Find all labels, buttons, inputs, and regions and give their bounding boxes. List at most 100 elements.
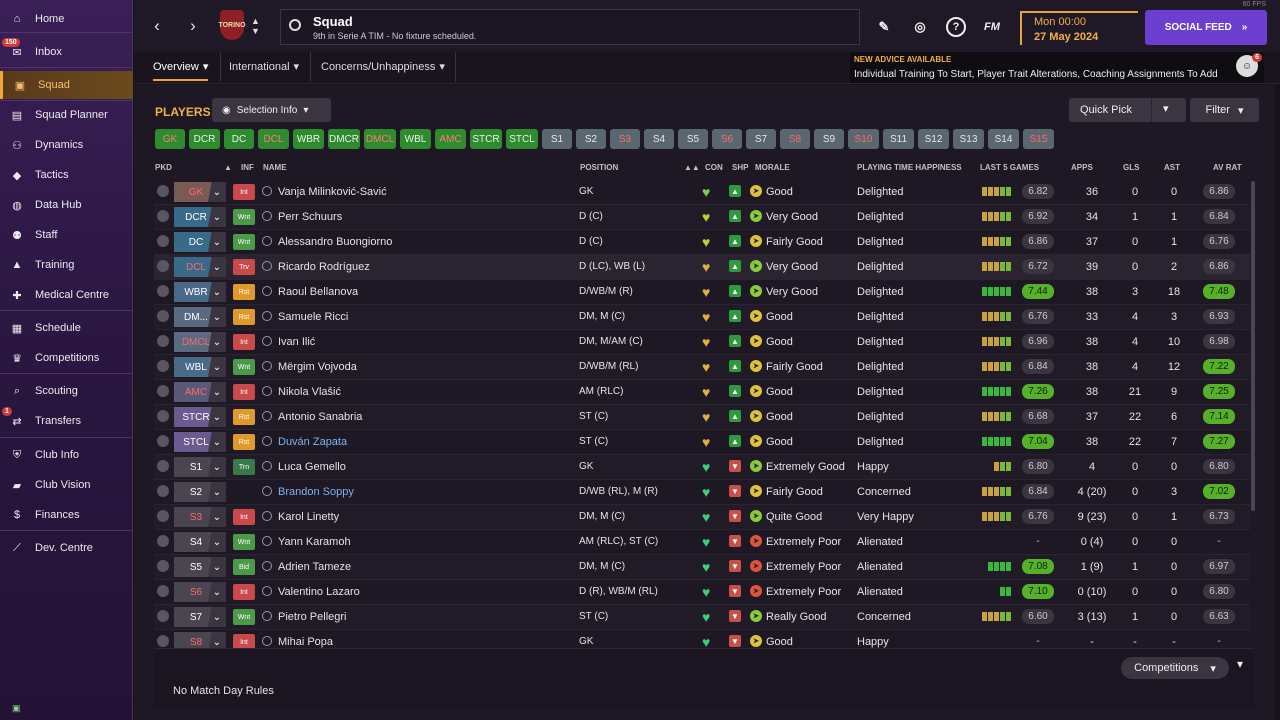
sidebar-item-tactics[interactable]: ◆ Tactics (0, 161, 133, 189)
tab-overview[interactable]: Overview ▾ (153, 60, 209, 81)
player-name[interactable]: Samuele Ricci (278, 311, 348, 323)
fm-menu-button[interactable]: FM (982, 17, 1002, 37)
social-feed-button[interactable]: SOCIAL FEED » (1145, 10, 1267, 45)
pkd-checkbox[interactable] (157, 310, 169, 322)
pkd-checkbox[interactable] (157, 435, 169, 447)
sidebar-item-dev-centre[interactable]: ⟋ Dev. Centre (0, 534, 133, 562)
player-name[interactable]: Ivan Ilić (278, 336, 315, 348)
position-chip-s9[interactable]: S9 (814, 129, 844, 149)
back-arrow-icon[interactable]: ‹ (146, 14, 168, 38)
sidebar-item-medical-centre[interactable]: ✚ Medical Centre (0, 281, 133, 309)
expand-chevron-icon[interactable]: ▾ (1237, 657, 1243, 671)
sidebar-item-dynamics[interactable]: ⚇ Dynamics (0, 131, 133, 159)
position-chip-wbl[interactable]: WBL (400, 129, 431, 149)
pkd-checkbox[interactable] (157, 460, 169, 472)
help-icon[interactable]: ? (946, 17, 966, 37)
globe-icon[interactable]: ◎ (910, 17, 930, 37)
status-icon[interactable]: ▣ (12, 703, 21, 714)
table-row[interactable]: DMCL ⌄ Int Ivan Ilić DM, M/AM (C) ♥ ▲ ➤ Good Deli… (154, 330, 1250, 355)
table-row[interactable]: S2 ⌄ Brandon Soppy D/WB (RL), M (R) ♥ ▼ ➤ Fairl… (154, 480, 1250, 505)
position-chip-s7[interactable]: S7 (746, 129, 776, 149)
position-chip-dmcl[interactable]: DMCL (364, 129, 396, 149)
column-header-inf[interactable]: INF (241, 163, 254, 172)
sidebar-item-training[interactable]: ▲ Training (0, 251, 133, 279)
pkd-checkbox[interactable] (157, 260, 169, 272)
column-header-last-5-games[interactable]: LAST 5 GAMES (980, 163, 1039, 172)
player-name[interactable]: Brandon Soppy (278, 486, 354, 498)
pkd-checkbox[interactable] (157, 585, 169, 597)
scrollbar[interactable] (1251, 181, 1255, 511)
position-chip-s11[interactable]: S11 (883, 129, 914, 149)
player-name[interactable]: Vanja Milinković-Savić (278, 186, 387, 198)
column-header-position[interactable]: POSITION (580, 163, 618, 172)
pkd-checkbox[interactable] (157, 185, 169, 197)
position-chip-s3[interactable]: S3 (610, 129, 640, 149)
sidebar-item-staff[interactable]: ⚉ Staff (0, 221, 133, 249)
quick-pick-button[interactable]: Quick Pick ▾ (1069, 98, 1186, 122)
player-name[interactable]: Karol Linetty (278, 511, 339, 523)
position-chip-dmcr[interactable]: DMCR (328, 129, 360, 149)
tab-concerns[interactable]: Concerns/Unhappiness ▾ (321, 60, 445, 74)
table-row[interactable]: WBL ⌄ Wnt Mërgim Vojvoda D/WB/M (RL) ♥ ▲ ➤ Fairl… (154, 355, 1250, 380)
pkd-checkbox[interactable] (157, 285, 169, 297)
position-chip-s14[interactable]: S14 (988, 129, 1019, 149)
position-chip-dc[interactable]: DC (224, 129, 254, 149)
player-name[interactable]: Raoul Bellanova (278, 286, 358, 298)
sidebar-item-competitions[interactable]: ♛ Competitions (0, 344, 133, 372)
player-name[interactable]: Luca Gemello (278, 461, 346, 473)
position-chip-dcl[interactable]: DCL (258, 129, 289, 149)
pkd-checkbox[interactable] (157, 385, 169, 397)
player-name[interactable]: Ricardo Rodríguez (278, 261, 370, 273)
forward-arrow-icon[interactable]: › (182, 14, 204, 38)
player-name[interactable]: Antonio Sanabria (278, 411, 362, 423)
position-chip-stcl[interactable]: STCL (506, 129, 538, 149)
edit-icon[interactable]: ✎ (874, 17, 894, 37)
player-name[interactable]: Alessandro Buongiorno (278, 236, 392, 248)
pkd-checkbox[interactable] (157, 485, 169, 497)
column-header-shp[interactable]: SHP (732, 163, 748, 172)
sidebar-item-schedule[interactable]: ▦ Schedule (0, 314, 133, 342)
filter-button[interactable]: Filter ▾ (1190, 98, 1259, 122)
position-chip-wbr[interactable]: WBR (293, 129, 324, 149)
player-name[interactable]: Mihai Popa (278, 636, 333, 648)
table-row[interactable]: S6 ⌄ Int Valentino Lazaro D (R), WB/M (RL) ♥ ▼… (154, 580, 1250, 605)
column-header-ast[interactable]: AST (1164, 163, 1180, 172)
table-row[interactable]: STCR ⌄ Rst Antonio Sanabria ST (C) ♥ ▲ ➤ Good Del… (154, 405, 1250, 430)
player-name[interactable]: Yann Karamoh (278, 536, 351, 548)
column-header-apps[interactable]: APPS (1071, 163, 1093, 172)
sidebar-item-club-vision[interactable]: ▰ Club Vision (0, 471, 133, 499)
player-name[interactable]: Pietro Pellegri (278, 611, 346, 623)
pkd-checkbox[interactable] (157, 610, 169, 622)
player-name[interactable]: Adrien Tameze (278, 561, 351, 573)
column-header-gls[interactable]: GLS (1123, 163, 1139, 172)
pkd-checkbox[interactable] (157, 235, 169, 247)
position-chip-gk[interactable]: GK (155, 129, 185, 149)
table-row[interactable]: DCL ⌄ Trv Ricardo Rodríguez D (LC), WB (L) ♥ ▲… (154, 255, 1250, 280)
position-chip-s4[interactable]: S4 (644, 129, 674, 149)
table-row[interactable]: DCR ⌄ Wnt Perr Schuurs D (C) ♥ ▲ ➤ Very Good Deli… (154, 205, 1250, 230)
position-chip-s5[interactable]: S5 (678, 129, 708, 149)
sidebar-item-squad-planner[interactable]: ▤ Squad Planner (0, 101, 133, 129)
chevron-down-icon[interactable]: ▾ (1163, 102, 1169, 115)
column-header-name[interactable]: NAME (263, 163, 287, 172)
column-header-con[interactable]: CON (705, 163, 723, 172)
position-chip-s15[interactable]: S15 (1023, 129, 1054, 149)
table-row[interactable]: S5 ⌄ Bid Adrien Tameze DM, M (C) ♥ ▼ ➤ Extremely… (154, 555, 1250, 580)
player-name[interactable]: Mërgim Vojvoda (278, 361, 357, 373)
table-row[interactable]: S3 ⌄ Int Karol Linetty DM, M (C) ♥ ▼ ➤ Quite Goo… (154, 505, 1250, 530)
club-switch-chevron-icon[interactable]: ▲ ▼ (251, 16, 260, 36)
pkd-checkbox[interactable] (157, 210, 169, 222)
table-row[interactable]: AMC ⌄ Int Nikola Vlašić AM (RLC) ♥ ▲ ➤ Good Delig… (154, 380, 1250, 405)
sidebar-item-transfers[interactable]: ⇄ Transfers 1 (0, 407, 133, 435)
game-date[interactable]: Mon 00:00 27 May 2024 (1020, 11, 1138, 45)
position-chip-s8[interactable]: S8 (780, 129, 810, 149)
column-header-playing-time-happiness[interactable]: PLAYING TIME HAPPINESS (857, 163, 962, 172)
column-header-pkd[interactable]: PKD (155, 163, 172, 172)
pkd-checkbox[interactable] (157, 535, 169, 547)
position-chip-amc[interactable]: AMC (435, 129, 466, 149)
search-box[interactable]: Squad 9th in Serie A TIM - No fixture sc… (280, 9, 860, 45)
table-row[interactable]: S1 ⌄ Trn Luca Gemello GK ♥ ▼ ➤ Extremely Good Hap… (154, 455, 1250, 480)
club-crest[interactable]: TORINO (218, 10, 246, 40)
table-row[interactable]: DM... ⌄ Rst Samuele Ricci DM, M (C) ♥ ▲ ➤ Good De… (154, 305, 1250, 330)
position-chip-s6[interactable]: S6 (712, 129, 742, 149)
